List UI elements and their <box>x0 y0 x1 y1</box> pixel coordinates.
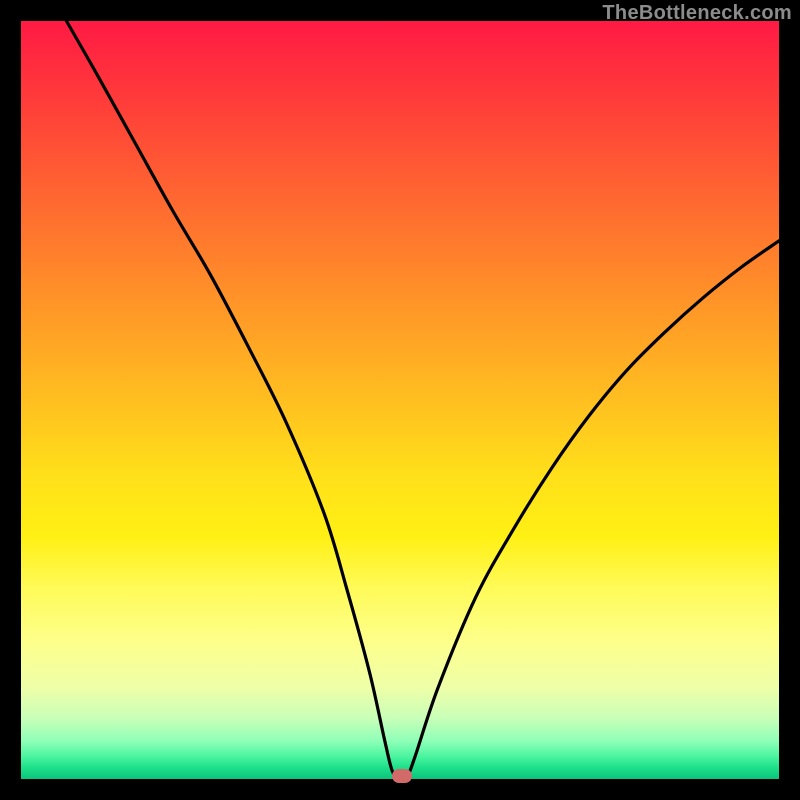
optimum-marker <box>392 769 412 783</box>
watermark-text: TheBottleneck.com <box>602 2 792 25</box>
chart-frame: TheBottleneck.com <box>0 0 800 800</box>
bottleneck-curve <box>21 21 779 779</box>
